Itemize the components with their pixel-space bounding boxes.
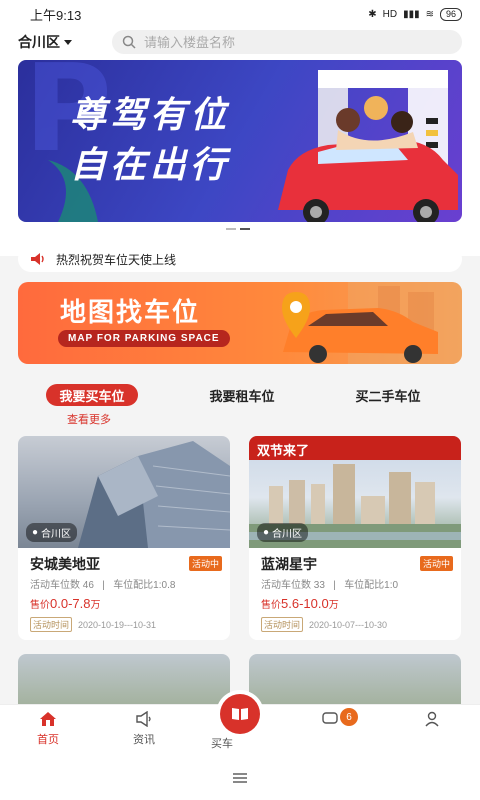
megaphone-icon: [136, 711, 151, 727]
menu-icon[interactable]: [232, 772, 248, 784]
space-ratio: 车位配比1:0: [344, 580, 399, 591]
listing-name: 蓝湖星宇: [261, 556, 317, 572]
listing-price: 售价0.0-7.8万: [30, 596, 100, 611]
status-icons: ✱ HD ▮▮▮ ≋ 96: [368, 7, 462, 21]
listing-time: 活动时间 2020-10-07---10-30: [261, 617, 387, 632]
wifi-icon: ≋: [425, 8, 434, 20]
city-selector[interactable]: 合川区: [18, 32, 108, 52]
price-unit: 万: [328, 600, 339, 611]
nav-profile[interactable]: [402, 711, 462, 727]
banner-line2: 自在出行: [70, 144, 231, 185]
price-value: 0.0-7.8: [50, 596, 91, 611]
spaces-count: 活动车位数 33: [261, 580, 325, 591]
user-icon: [425, 711, 439, 727]
tab-rent-parking[interactable]: 我要租车位: [196, 384, 288, 406]
battery-icon: 96: [439, 7, 462, 21]
nav-news[interactable]: 资讯: [114, 711, 174, 747]
time-label: 活动时间: [30, 617, 73, 632]
time-label: 活动时间: [261, 617, 304, 632]
listing-card[interactable]: ● 合川区 安城美地亚 活动中 活动车位数 46 | 车位配比1:0.8 售价0…: [18, 436, 230, 640]
carousel-dot: [226, 228, 236, 230]
hero-banner[interactable]: P 尊驾有位 自在出行: [18, 60, 462, 222]
location-tag: ● 合川区: [257, 523, 309, 542]
search-bar[interactable]: [112, 30, 462, 54]
banner-line1: 尊驾有位: [70, 94, 231, 135]
carousel-dot-active: [240, 228, 250, 230]
view-more-link[interactable]: 查看更多: [67, 411, 111, 427]
location-tag: ● 合川区: [26, 523, 78, 542]
map-banner-subtitle: MAP FOR PARKING SPACE: [58, 330, 230, 347]
status-bar: 上午9:13 ✱ HD ▮▮▮ ≋ 96: [0, 0, 480, 28]
promo-banner: 双节来了: [249, 436, 461, 460]
notice-bar[interactable]: 热烈祝贺车位天使上线: [18, 246, 462, 272]
search-icon: [122, 35, 136, 49]
listing-card[interactable]: 双节来了 ● 合川区 蓝湖星宇 活动中 活动车位数 33 | 车位配比1:0 售…: [249, 436, 461, 640]
message-icon: [322, 712, 338, 724]
map-search-banner[interactable]: 地图找车位 MAP FOR PARKING SPACE: [18, 282, 462, 364]
listing-price: 售价5.6-10.0万: [261, 596, 339, 611]
carousel-indicator: [226, 228, 250, 230]
meta-divider: |: [327, 580, 342, 591]
signal-label: HD: [382, 8, 398, 20]
time-range: 2020-10-07---10-30: [309, 619, 388, 630]
nav-buy[interactable]: 买车: [192, 735, 252, 751]
spaces-count: 活动车位数 46: [30, 580, 94, 591]
speaker-icon: [31, 253, 44, 265]
status-time: 上午9:13: [30, 7, 82, 23]
time-range: 2020-10-19---10-31: [78, 619, 157, 630]
location-label: 合川区: [41, 529, 72, 540]
price-unit: 万: [90, 600, 101, 611]
price-label: 售价: [30, 600, 50, 611]
notice-text: 热烈祝贺车位天使上线: [56, 252, 177, 267]
tab-used-parking[interactable]: 买二手车位: [342, 384, 434, 406]
nav-news-label: 资讯: [133, 734, 155, 746]
notification-badge: 6: [340, 708, 358, 726]
space-ratio: 车位配比1:0.8: [113, 580, 176, 591]
listing-name: 安城美地亚: [30, 556, 100, 572]
tab-buy-parking[interactable]: 我要买车位: [46, 384, 138, 406]
search-input[interactable]: [144, 34, 424, 50]
price-value: 5.6-10.0: [281, 596, 329, 611]
location-pin-icon: ●: [32, 527, 39, 538]
center-action-button[interactable]: [220, 694, 260, 734]
price-label: 售价: [261, 600, 281, 611]
listing-time: 活动时间 2020-10-19---10-31: [30, 617, 156, 632]
listing-meta: 活动车位数 46 | 车位配比1:0.8: [30, 576, 175, 591]
system-navigation-bar: [0, 756, 480, 800]
status-badge: 活动中: [188, 556, 222, 571]
map-banner-title: 地图找车位: [60, 297, 201, 327]
city-label: 合川区: [18, 34, 60, 50]
meta-divider: |: [96, 580, 111, 591]
status-badge: 活动中: [419, 556, 453, 571]
category-tabs: 我要买车位 我要租车位 买二手车位: [0, 384, 480, 408]
nav-home-label: 首页: [37, 734, 59, 746]
caret-down-icon: [64, 39, 72, 45]
header: 合川区: [0, 28, 480, 56]
signal-icon: ▮▮▮: [403, 8, 420, 20]
nav-buy-label: 买车: [211, 738, 233, 750]
listing-image: ● 合川区: [18, 436, 230, 548]
location-pin-icon: ●: [263, 527, 270, 538]
listing-meta: 活动车位数 33 | 车位配比1:0: [261, 576, 398, 591]
location-label: 合川区: [272, 529, 303, 540]
bluetooth-icon: ✱: [368, 8, 377, 20]
home-icon: [40, 712, 56, 726]
listing-image: 双节来了 ● 合川区: [249, 436, 461, 548]
book-icon: [232, 708, 248, 720]
nav-home[interactable]: 首页: [18, 711, 78, 747]
